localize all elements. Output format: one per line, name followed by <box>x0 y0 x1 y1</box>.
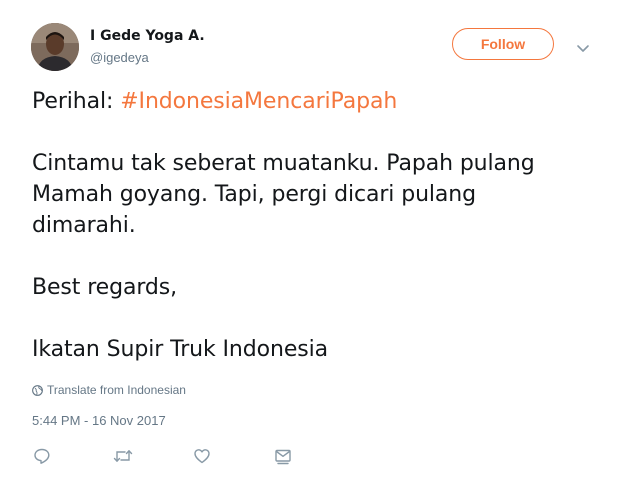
tweet-signature: Ikatan Supir Truk Indonesia <box>32 337 329 362</box>
author-handle[interactable]: @igedeya <box>90 50 149 66</box>
tweet-line-2: Mamah goyang. Tapi, pergi dicari pulang <box>32 182 477 207</box>
author-name[interactable]: I Gede Yoga A. <box>90 27 205 45</box>
globe-icon <box>32 384 43 396</box>
like-icon[interactable] <box>191 445 213 467</box>
tweet-timestamp[interactable]: 5:44 PM - 16 Nov 2017 <box>32 413 166 429</box>
tweet-text: Perihal: #IndonesiaMencariPapah Cintamu … <box>32 86 602 365</box>
tweet-line-3: dimarahi. <box>32 213 136 238</box>
tweet-actions <box>0 445 627 467</box>
tweet-line-1: Cintamu tak seberat muatanku. Papah pula… <box>32 151 535 176</box>
hashtag-link[interactable]: #IndonesiaMencariPapah <box>120 89 397 114</box>
retweet-icon[interactable] <box>112 445 134 467</box>
user-avatar-icon <box>31 23 79 71</box>
translate-label: Translate from Indonesian <box>47 383 186 397</box>
translate-link[interactable]: Translate from Indonesian <box>32 382 186 398</box>
reply-icon[interactable] <box>31 445 53 467</box>
tweet-prefix: Perihal: <box>32 89 121 114</box>
avatar[interactable] <box>31 23 79 71</box>
direct-message-icon[interactable] <box>272 445 294 467</box>
tweet-subject-line: Perihal: #IndonesiaMencariPapah <box>32 86 602 117</box>
tweet-closing: Best regards, <box>32 275 178 300</box>
follow-button[interactable]: Follow <box>452 28 554 60</box>
tweet-card: I Gede Yoga A. @igedeya Follow Perihal: … <box>0 0 627 494</box>
chevron-down-icon[interactable] <box>576 39 590 52</box>
